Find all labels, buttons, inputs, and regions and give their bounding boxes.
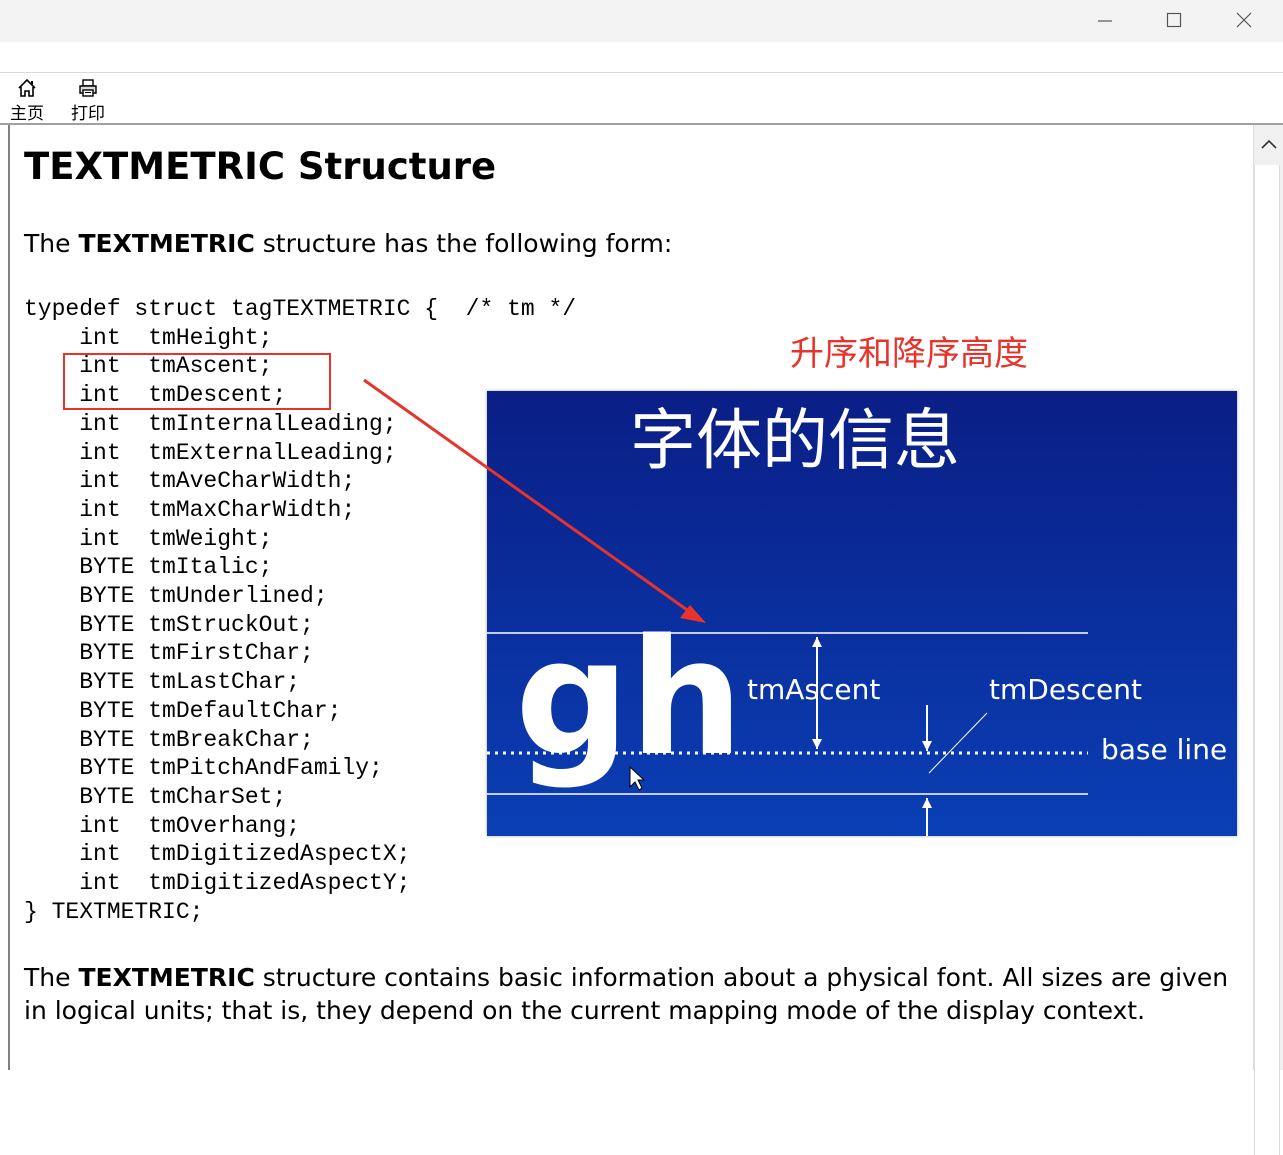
- code-line: BYTE tmItalic;: [24, 554, 273, 581]
- intro-text: The TEXTMETRIC structure has the followi…: [24, 229, 672, 258]
- home-icon: [16, 75, 38, 99]
- print-label: 打印: [71, 104, 105, 124]
- description-bold: TEXTMETRIC: [78, 963, 255, 992]
- print-button[interactable]: 打印: [71, 75, 105, 124]
- scroll-thumb[interactable]: [1254, 165, 1280, 1155]
- diagram-title: 字体的信息: [630, 402, 960, 479]
- description-paragraph: The TEXTMETRIC structure contains basic …: [24, 962, 1234, 1027]
- code-line: int tmExternalLeading;: [24, 439, 397, 466]
- annotation-label: 升序和降序高度: [790, 334, 1028, 374]
- intro-text-bold: TEXTMETRIC: [78, 229, 255, 258]
- descent-label: tmDescent: [989, 673, 1142, 706]
- chevron-up-icon: [1260, 135, 1278, 154]
- code-line: BYTE tmPitchAndFamily;: [24, 755, 383, 782]
- code-line: int tmHeight;: [24, 324, 273, 351]
- code-line: int tmInternalLeading;: [24, 410, 397, 437]
- maximize-button[interactable]: [1139, 0, 1209, 40]
- maximize-icon: [1166, 12, 1182, 28]
- diagram-glyphs: gh: [515, 604, 743, 791]
- ascent-label: tmAscent: [747, 673, 880, 706]
- title-bar: [0, 0, 1283, 42]
- vertical-scrollbar[interactable]: [1253, 125, 1283, 1155]
- minimize-button[interactable]: [1070, 0, 1140, 40]
- code-line: int tmDigitizedAspectX;: [24, 841, 411, 868]
- home-label: 主页: [10, 104, 44, 124]
- menu-bar: [0, 42, 1283, 73]
- close-button[interactable]: [1209, 0, 1279, 40]
- highlight-box: [63, 353, 331, 410]
- printer-icon: [77, 75, 99, 99]
- code-line: BYTE tmDefaultChar;: [24, 697, 342, 724]
- baseline-label: base line: [1101, 733, 1227, 766]
- home-button[interactable]: 主页: [10, 75, 44, 124]
- intro-text-post: structure has the following form:: [254, 229, 673, 258]
- minimize-icon: [1097, 12, 1113, 28]
- code-line: int tmOverhang;: [24, 812, 301, 839]
- code-line: int tmAveCharWidth;: [24, 468, 356, 495]
- diagram-svg: 字体的信息 gh tmAscent tmDescent base line: [487, 391, 1237, 836]
- code-line: BYTE tmLastChar;: [24, 669, 301, 696]
- code-line: } TEXTMETRIC;: [24, 898, 204, 925]
- scroll-up-button[interactable]: [1258, 133, 1280, 155]
- close-icon: [1236, 12, 1252, 28]
- code-line: int tmDigitizedAspectY;: [24, 870, 411, 897]
- font-metrics-diagram: 字体的信息 gh tmAscent tmDescent base line: [487, 391, 1237, 836]
- code-line: int tmMaxCharWidth;: [24, 496, 356, 523]
- code-line: BYTE tmCharSet;: [24, 783, 287, 810]
- page-title: TEXTMETRIC Structure: [24, 145, 497, 188]
- code-line: typedef struct tagTEXTMETRIC { /* tm */: [24, 296, 577, 322]
- code-line: int tmWeight;: [24, 525, 273, 552]
- toolbar: 主页 打印: [0, 73, 1283, 125]
- code-line: BYTE tmUnderlined;: [24, 583, 328, 610]
- code-line: BYTE tmBreakChar;: [24, 726, 314, 753]
- code-line: BYTE tmFirstChar;: [24, 640, 314, 667]
- intro-text-pre: The: [24, 229, 79, 258]
- code-line: BYTE tmStruckOut;: [24, 611, 314, 638]
- description-pre: The: [24, 963, 79, 992]
